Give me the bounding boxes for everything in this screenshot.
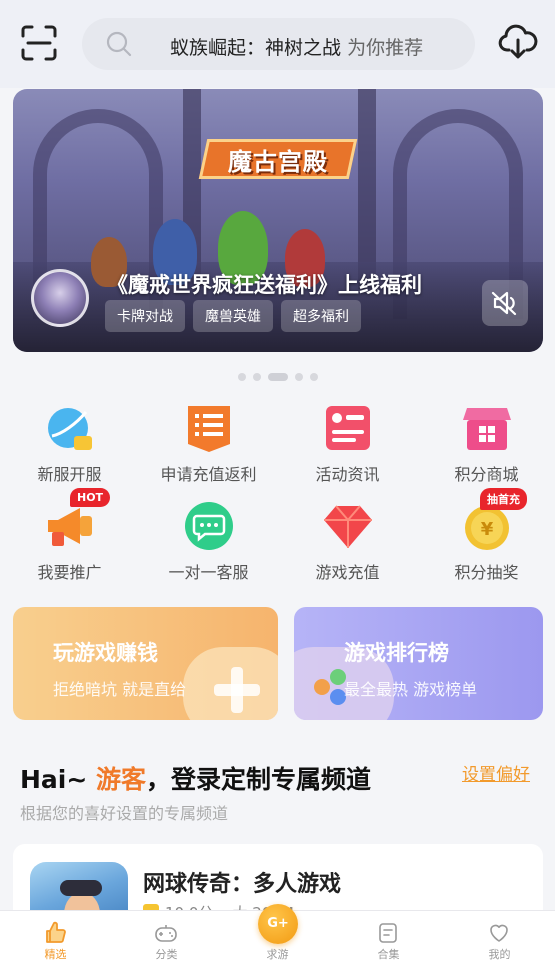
shortcut-lottery[interactable]: ¥ 抽首充 积分抽奖	[417, 488, 555, 586]
promo-title: 玩游戏赚钱	[53, 641, 158, 665]
svg-text:¥: ¥	[481, 519, 494, 540]
shortcut-new-server[interactable]: 新服开服	[0, 398, 139, 488]
banner-tag: 卡牌对战	[105, 300, 185, 332]
set-preference-link[interactable]: 设置偏好	[462, 760, 530, 785]
greeting-subtitle: 根据您的喜好设置的专属频道	[20, 804, 229, 823]
promo-subtitle: 最全最热 游戏榜单	[344, 680, 478, 699]
game-avatar	[31, 269, 89, 327]
banner-tag: 超多福利	[281, 300, 361, 332]
shortcut-promote[interactable]: HOT 我要推广	[0, 488, 139, 586]
tab-label: 求游	[266, 948, 289, 961]
shortcut-label: 一对一客服	[168, 563, 249, 582]
banner-tags: 卡牌对战 魔兽英雄 超多福利	[105, 300, 361, 332]
shortcut-store[interactable]: 积分商城	[417, 398, 555, 488]
rebate-icon	[188, 406, 230, 452]
banner-title: 《魔戒世界疯狂送福利》上线福利	[107, 273, 422, 297]
top-bar: 蚁族崛起：神树之战 为你推荐	[0, 0, 555, 88]
shortcut-label: 申请充值返利	[160, 465, 257, 484]
search-icon	[106, 31, 132, 57]
search-query: 蚁族崛起：神树之战	[170, 37, 342, 59]
shortcut-label: 我要推广	[37, 563, 102, 582]
new-server-icon	[48, 408, 92, 450]
mute-button[interactable]	[482, 280, 528, 326]
gamepad-icon	[155, 925, 177, 942]
ranking-card[interactable]: 游戏排行榜 最全最热 游戏榜单	[294, 607, 543, 720]
greeting-suffix: ，登录定制专属频道	[146, 765, 372, 794]
tab-category[interactable]: 分类	[111, 911, 222, 975]
diamond-icon	[324, 505, 372, 548]
gamepad-decoration-icon	[183, 647, 278, 720]
tab-collection[interactable]: 合集	[333, 911, 444, 975]
request-game-icon[interactable]: G+	[258, 904, 298, 944]
tab-label: 精选	[44, 948, 67, 961]
tab-mine[interactable]: 我的	[444, 911, 555, 975]
search-placeholder: 蚁族崛起：神树之战 为你推荐	[170, 33, 423, 60]
chat-icon	[185, 502, 233, 550]
hot-badge: HOT	[70, 488, 111, 507]
carousel-dot-active[interactable]	[267, 373, 288, 381]
search-suffix: 为你推荐	[347, 37, 424, 59]
banner-pillar	[358, 89, 376, 289]
cloud-download-icon[interactable]	[498, 22, 538, 62]
shortcut-label: 游戏充值	[315, 563, 380, 582]
shortcut-label: 积分商城	[454, 465, 519, 484]
promote-icon	[48, 508, 92, 546]
shortcut-news[interactable]: 活动资讯	[278, 398, 417, 488]
search-input[interactable]: 蚁族崛起：神树之战 为你推荐	[82, 18, 475, 70]
shortcut-label: 活动资讯	[315, 465, 380, 484]
shortcut-recharge[interactable]: 游戏充值	[278, 496, 417, 586]
promo-subtitle: 拒绝暗坑 就是直给	[53, 680, 187, 699]
thumbs-up-icon	[46, 921, 66, 943]
tab-label: 分类	[155, 948, 178, 961]
greeting-prefix: Hai~	[20, 765, 88, 794]
scan-icon[interactable]	[20, 24, 58, 62]
shortcut-label: 积分抽奖	[454, 563, 519, 582]
tab-label: 合集	[377, 948, 400, 961]
carousel-dot[interactable]	[309, 373, 318, 381]
carousel-dot[interactable]	[294, 373, 303, 381]
collection-icon	[379, 923, 397, 943]
heart-icon	[490, 924, 508, 942]
greeting-guest: 游客	[96, 765, 147, 794]
carousel-dot[interactable]	[237, 373, 246, 381]
game-name: 网球传奇：多人游戏	[143, 872, 342, 897]
news-icon	[326, 406, 370, 450]
speaker-mute-icon	[491, 291, 517, 316]
game-logo: 魔古宫殿	[198, 139, 358, 179]
store-icon	[463, 408, 511, 450]
greeting-heading: Hai~ 游客，登录定制专属频道	[20, 760, 371, 796]
carousel-indicator	[0, 373, 555, 381]
earn-money-card[interactable]: 玩游戏赚钱 拒绝暗坑 就是直给	[13, 607, 278, 720]
lottery-badge: 抽首充	[480, 488, 527, 510]
shortcut-customer-service[interactable]: 一对一客服	[139, 496, 278, 586]
promo-title: 游戏排行榜	[344, 641, 449, 665]
carousel-dot[interactable]	[252, 373, 261, 381]
tab-featured[interactable]: 精选	[0, 911, 111, 975]
shortcut-rebate[interactable]: 申请充值返利	[139, 398, 278, 488]
banner-tag: 魔兽英雄	[193, 300, 273, 332]
hero-banner[interactable]: 魔古宫殿 《魔戒世界疯狂送福利》上线福利 卡牌对战 魔兽英雄 超多福利	[13, 89, 543, 352]
shortcut-label: 新服开服	[37, 465, 102, 484]
tab-label: 我的	[488, 948, 511, 961]
